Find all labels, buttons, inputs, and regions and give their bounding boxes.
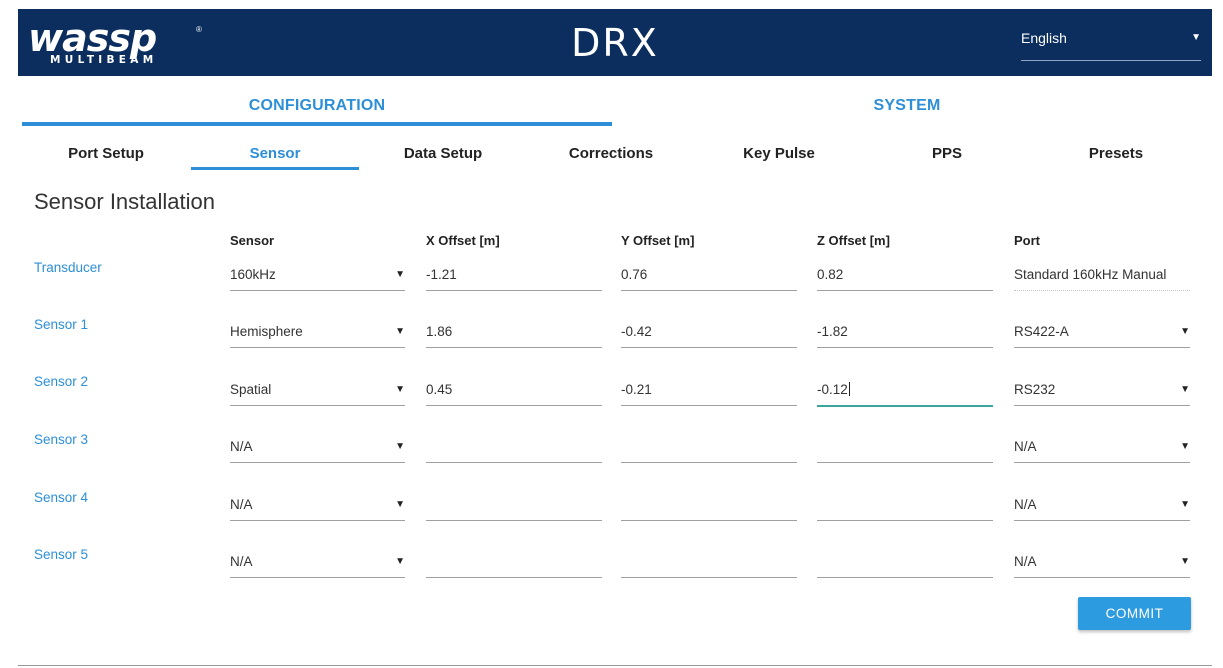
language-select[interactable]: English ▼	[1021, 9, 1201, 61]
x-offset-input[interactable]	[426, 434, 602, 463]
z-offset-input-focused[interactable]: -0.12	[817, 377, 993, 407]
port-value: N/A	[1014, 554, 1037, 569]
sensor-select[interactable]: N/A ▼	[230, 434, 405, 463]
footer-divider	[18, 665, 1212, 666]
port-value: N/A	[1014, 497, 1037, 512]
language-value: English	[1021, 30, 1067, 46]
port-value: RS422-A	[1014, 324, 1069, 339]
y-offset-value: 0.76	[621, 267, 648, 282]
commit-button[interactable]: COMMIT	[1078, 597, 1191, 630]
z-offset-input[interactable]	[817, 549, 993, 578]
y-offset-input[interactable]: -0.21	[621, 377, 797, 406]
dropdown-caret-icon: ▼	[1191, 32, 1201, 43]
row-label-transducer: Transducer	[34, 260, 102, 275]
column-header-port: Port	[1014, 233, 1040, 248]
app-header: wassp MULTIBEAM ® DRX English ▼	[18, 9, 1212, 76]
dropdown-caret-icon: ▼	[395, 269, 405, 280]
x-offset-value: -1.21	[426, 267, 457, 282]
z-offset-input[interactable]: 0.82	[817, 262, 993, 291]
dropdown-caret-icon: ▼	[1180, 556, 1190, 567]
y-offset-input[interactable]: 0.76	[621, 262, 797, 291]
x-offset-value: 0.45	[426, 382, 453, 397]
port-readonly-field: Standard 160kHz Manual	[1014, 262, 1190, 291]
dropdown-caret-icon: ▼	[1180, 326, 1190, 337]
sensor-select[interactable]: Spatial ▼	[230, 377, 405, 406]
subtab-port-setup[interactable]: Port Setup	[22, 145, 190, 162]
sensor-value: 160kHz	[230, 267, 276, 282]
active-tab-indicator	[22, 122, 612, 126]
row-label-sensor-3: Sensor 3	[34, 432, 89, 447]
dropdown-caret-icon: ▼	[395, 499, 405, 510]
tab-configuration[interactable]: CONFIGURATION	[22, 97, 612, 115]
port-value: Standard 160kHz Manual	[1014, 267, 1167, 282]
sensor-value: N/A	[230, 554, 253, 569]
sensor-select[interactable]: N/A ▼	[230, 492, 405, 521]
y-offset-input[interactable]	[621, 492, 797, 521]
y-offset-input[interactable]	[621, 434, 797, 463]
z-offset-value: 0.82	[817, 267, 844, 282]
dropdown-caret-icon: ▼	[395, 384, 405, 395]
z-offset-value: -1.82	[817, 324, 848, 339]
subtab-data-setup[interactable]: Data Setup	[359, 145, 527, 162]
sensor-select[interactable]: N/A ▼	[230, 549, 405, 578]
dropdown-caret-icon: ▼	[1180, 441, 1190, 452]
active-subtab-indicator	[191, 167, 359, 170]
text-cursor	[848, 382, 850, 396]
x-offset-input[interactable]	[426, 549, 602, 578]
z-offset-input[interactable]	[817, 492, 993, 521]
x-offset-input[interactable]: 0.45	[426, 377, 602, 406]
z-offset-value: -0.12	[817, 382, 850, 397]
x-offset-value: 1.86	[426, 324, 453, 339]
port-value: N/A	[1014, 439, 1037, 454]
dropdown-caret-icon: ▼	[1180, 384, 1190, 395]
y-offset-value: -0.42	[621, 324, 652, 339]
z-offset-text: -0.12	[817, 382, 848, 397]
subtab-sensor[interactable]: Sensor	[191, 145, 359, 162]
sensor-value: N/A	[230, 439, 253, 454]
dropdown-caret-icon: ▼	[395, 326, 405, 337]
z-offset-input[interactable]: -1.82	[817, 319, 993, 348]
column-header-x-offset: X Offset [m]	[426, 233, 500, 248]
subtab-presets[interactable]: Presets	[1031, 145, 1201, 162]
port-select[interactable]: N/A ▼	[1014, 492, 1190, 521]
subtab-key-pulse[interactable]: Key Pulse	[695, 145, 863, 162]
subtab-pps[interactable]: PPS	[863, 145, 1031, 162]
z-offset-input[interactable]	[817, 434, 993, 463]
row-label-sensor-2: Sensor 2	[34, 374, 89, 389]
sensor-select[interactable]: Hemisphere ▼	[230, 319, 405, 348]
row-label-sensor-1: Sensor 1	[34, 317, 89, 332]
column-header-sensor: Sensor	[230, 233, 275, 248]
sensor-value: Hemisphere	[230, 324, 303, 339]
sensor-value: N/A	[230, 497, 253, 512]
dropdown-caret-icon: ▼	[395, 556, 405, 567]
subtab-corrections[interactable]: Corrections	[527, 145, 695, 162]
dropdown-caret-icon: ▼	[1180, 499, 1190, 510]
page-title: Sensor Installation	[34, 189, 215, 214]
row-label-sensor-5: Sensor 5	[34, 547, 89, 562]
tab-system[interactable]: SYSTEM	[612, 97, 1202, 115]
x-offset-input[interactable]	[426, 492, 602, 521]
column-header-z-offset: Z Offset [m]	[817, 233, 890, 248]
sensor-select[interactable]: 160kHz ▼	[230, 262, 405, 291]
y-offset-input[interactable]: -0.42	[621, 319, 797, 348]
x-offset-input[interactable]: 1.86	[426, 319, 602, 348]
port-select[interactable]: RS422-A ▼	[1014, 319, 1190, 348]
port-select[interactable]: N/A ▼	[1014, 549, 1190, 578]
port-select[interactable]: N/A ▼	[1014, 434, 1190, 463]
x-offset-input[interactable]: -1.21	[426, 262, 602, 291]
port-value: RS232	[1014, 382, 1056, 397]
dropdown-caret-icon: ▼	[395, 441, 405, 452]
row-label-sensor-4: Sensor 4	[34, 490, 89, 505]
column-header-y-offset: Y Offset [m]	[621, 233, 695, 248]
sensor-value: Spatial	[230, 382, 272, 397]
port-select[interactable]: RS232 ▼	[1014, 377, 1190, 406]
y-offset-value: -0.21	[621, 382, 652, 397]
y-offset-input[interactable]	[621, 549, 797, 578]
